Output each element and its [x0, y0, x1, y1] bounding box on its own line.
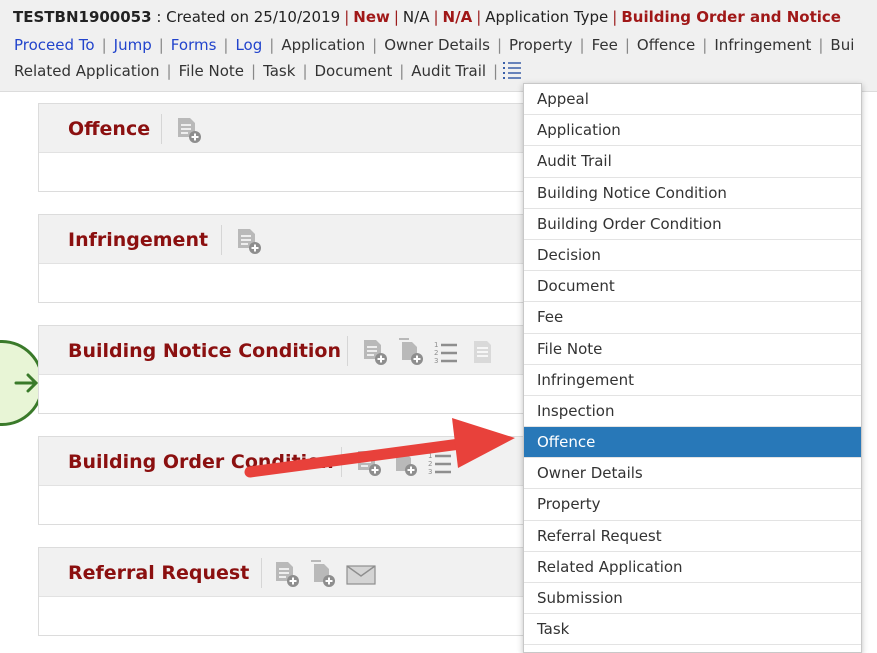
nav-application[interactable]: Application	[281, 36, 365, 54]
section-title: Infringement	[68, 229, 209, 251]
copy-document-icon[interactable]	[391, 449, 417, 477]
record-na-1: N/A	[402, 8, 430, 26]
section-title: Referral Request	[68, 562, 250, 584]
copy-document-icon[interactable]	[397, 338, 423, 366]
section-title: Building Order Condition	[68, 451, 334, 473]
section-title: Offence	[68, 118, 151, 140]
record-reference: TESTBN1900053	[13, 8, 152, 26]
section-referral-request: Referral Request	[38, 547, 558, 636]
menu-item-referral-request[interactable]: Referral Request	[524, 521, 861, 552]
record-status: New	[353, 8, 390, 26]
add-document-icon[interactable]	[175, 116, 201, 144]
add-document-icon[interactable]	[361, 338, 387, 366]
menu-item-audit-trail[interactable]: Audit Trail	[524, 146, 861, 178]
section-building-notice-condition: Building Notice Condition 1 2 3	[38, 325, 558, 414]
nav-file-note[interactable]: File Note	[179, 62, 244, 80]
section-building-order-condition: Building Order Condition 1 2 3	[38, 436, 558, 525]
nav-forms[interactable]: Forms	[171, 36, 217, 54]
nav-audit-trail[interactable]: Audit Trail	[411, 62, 486, 80]
application-type-label: Application Type	[485, 8, 609, 26]
document-icon[interactable]	[469, 338, 495, 366]
section-toolbar	[273, 560, 377, 588]
nav-infringement[interactable]: Infringement	[714, 36, 811, 54]
menu-item-building-notice-condition[interactable]: Building Notice Condition	[524, 178, 861, 209]
nav-bui[interactable]: Bui	[830, 36, 854, 54]
mail-icon[interactable]	[345, 560, 377, 588]
nav-task[interactable]: Task	[263, 62, 295, 80]
add-document-icon[interactable]	[355, 449, 381, 477]
menu-item-building-order-condition[interactable]: Building Order Condition	[524, 209, 861, 240]
nav-owner-details[interactable]: Owner Details	[384, 36, 490, 54]
section-infringement: Infringement	[38, 214, 558, 303]
record-header: TESTBN1900053 : Created on 25/10/2019 | Ne…	[0, 0, 877, 92]
menu-item-infringement[interactable]: Infringement	[524, 365, 861, 396]
menu-item-appeal[interactable]: Appeal	[524, 84, 861, 116]
section-title: Building Notice Condition	[68, 340, 342, 362]
svg-text:1: 1	[428, 452, 432, 460]
copy-document-icon[interactable]	[309, 560, 335, 588]
nav-jump[interactable]: Jump	[114, 36, 152, 54]
svg-text:1: 1	[434, 341, 438, 349]
section-header: Building Notice Condition 1 2 3	[39, 326, 557, 375]
more-list-icon[interactable]	[501, 60, 523, 80]
nav-fee[interactable]: Fee	[592, 36, 618, 54]
add-document-icon[interactable]	[235, 227, 261, 255]
menu-item-application[interactable]: Application	[524, 115, 861, 147]
nav-proceed-to[interactable]: Proceed To	[14, 36, 95, 54]
section-toolbar: 123	[355, 449, 453, 477]
nav-document[interactable]: Document	[315, 62, 393, 80]
nav-property[interactable]: Property	[509, 36, 572, 54]
record-summary: TESTBN1900053 : Created on 25/10/2019 | Ne…	[13, 8, 841, 26]
section-toolbar	[175, 116, 201, 144]
numbered-list-icon[interactable]: 123	[427, 449, 453, 477]
numbered-list-icon[interactable]: 123	[433, 338, 459, 366]
section-toolbar	[235, 227, 261, 255]
record-na-2: N/A	[442, 8, 473, 26]
menu-item-offence[interactable]: Offence	[524, 427, 861, 459]
add-document-icon[interactable]	[273, 560, 299, 588]
menu-item-file-note[interactable]: File Note	[524, 334, 861, 365]
application-type-value: Building Order and Notice	[621, 8, 841, 26]
menu-item-related-application[interactable]: Related Application	[524, 552, 861, 583]
svg-text:3: 3	[428, 468, 432, 476]
section-toolbar: 123	[361, 338, 495, 366]
section-offence: Offence	[38, 103, 558, 192]
svg-text:3: 3	[434, 357, 438, 365]
jump-to-menu: Appeal Application Audit Trail Building Not…	[523, 83, 862, 653]
nav-related-application[interactable]: Related Application	[14, 62, 160, 80]
menu-item-submission[interactable]: Submission	[524, 583, 861, 615]
menu-item-document[interactable]: Document	[524, 271, 861, 303]
record-created: : Created on 25/10/2019	[151, 8, 341, 26]
svg-text:2: 2	[434, 349, 438, 357]
section-header: Referral Request	[39, 548, 557, 597]
svg-text:2: 2	[428, 460, 432, 468]
nav-log[interactable]: Log	[235, 36, 262, 54]
menu-item-property[interactable]: Property	[524, 489, 861, 521]
section-header: Offence	[39, 104, 557, 153]
nav-row-2: Related Application | File Note | Task | Docum…	[14, 60, 523, 81]
nav-row-1: Proceed To | Jump | Forms | Log | Application | Ow…	[14, 36, 855, 54]
menu-item-fee[interactable]: Fee	[524, 302, 861, 334]
nav-offence[interactable]: Offence	[637, 36, 695, 54]
menu-item-decision[interactable]: Decision	[524, 240, 861, 272]
section-header: Building Order Condition 1 2 3	[39, 437, 557, 486]
menu-item-inspection[interactable]: Inspection	[524, 396, 861, 428]
menu-item-owner-details[interactable]: Owner Details	[524, 458, 861, 490]
section-header: Infringement	[39, 215, 557, 264]
